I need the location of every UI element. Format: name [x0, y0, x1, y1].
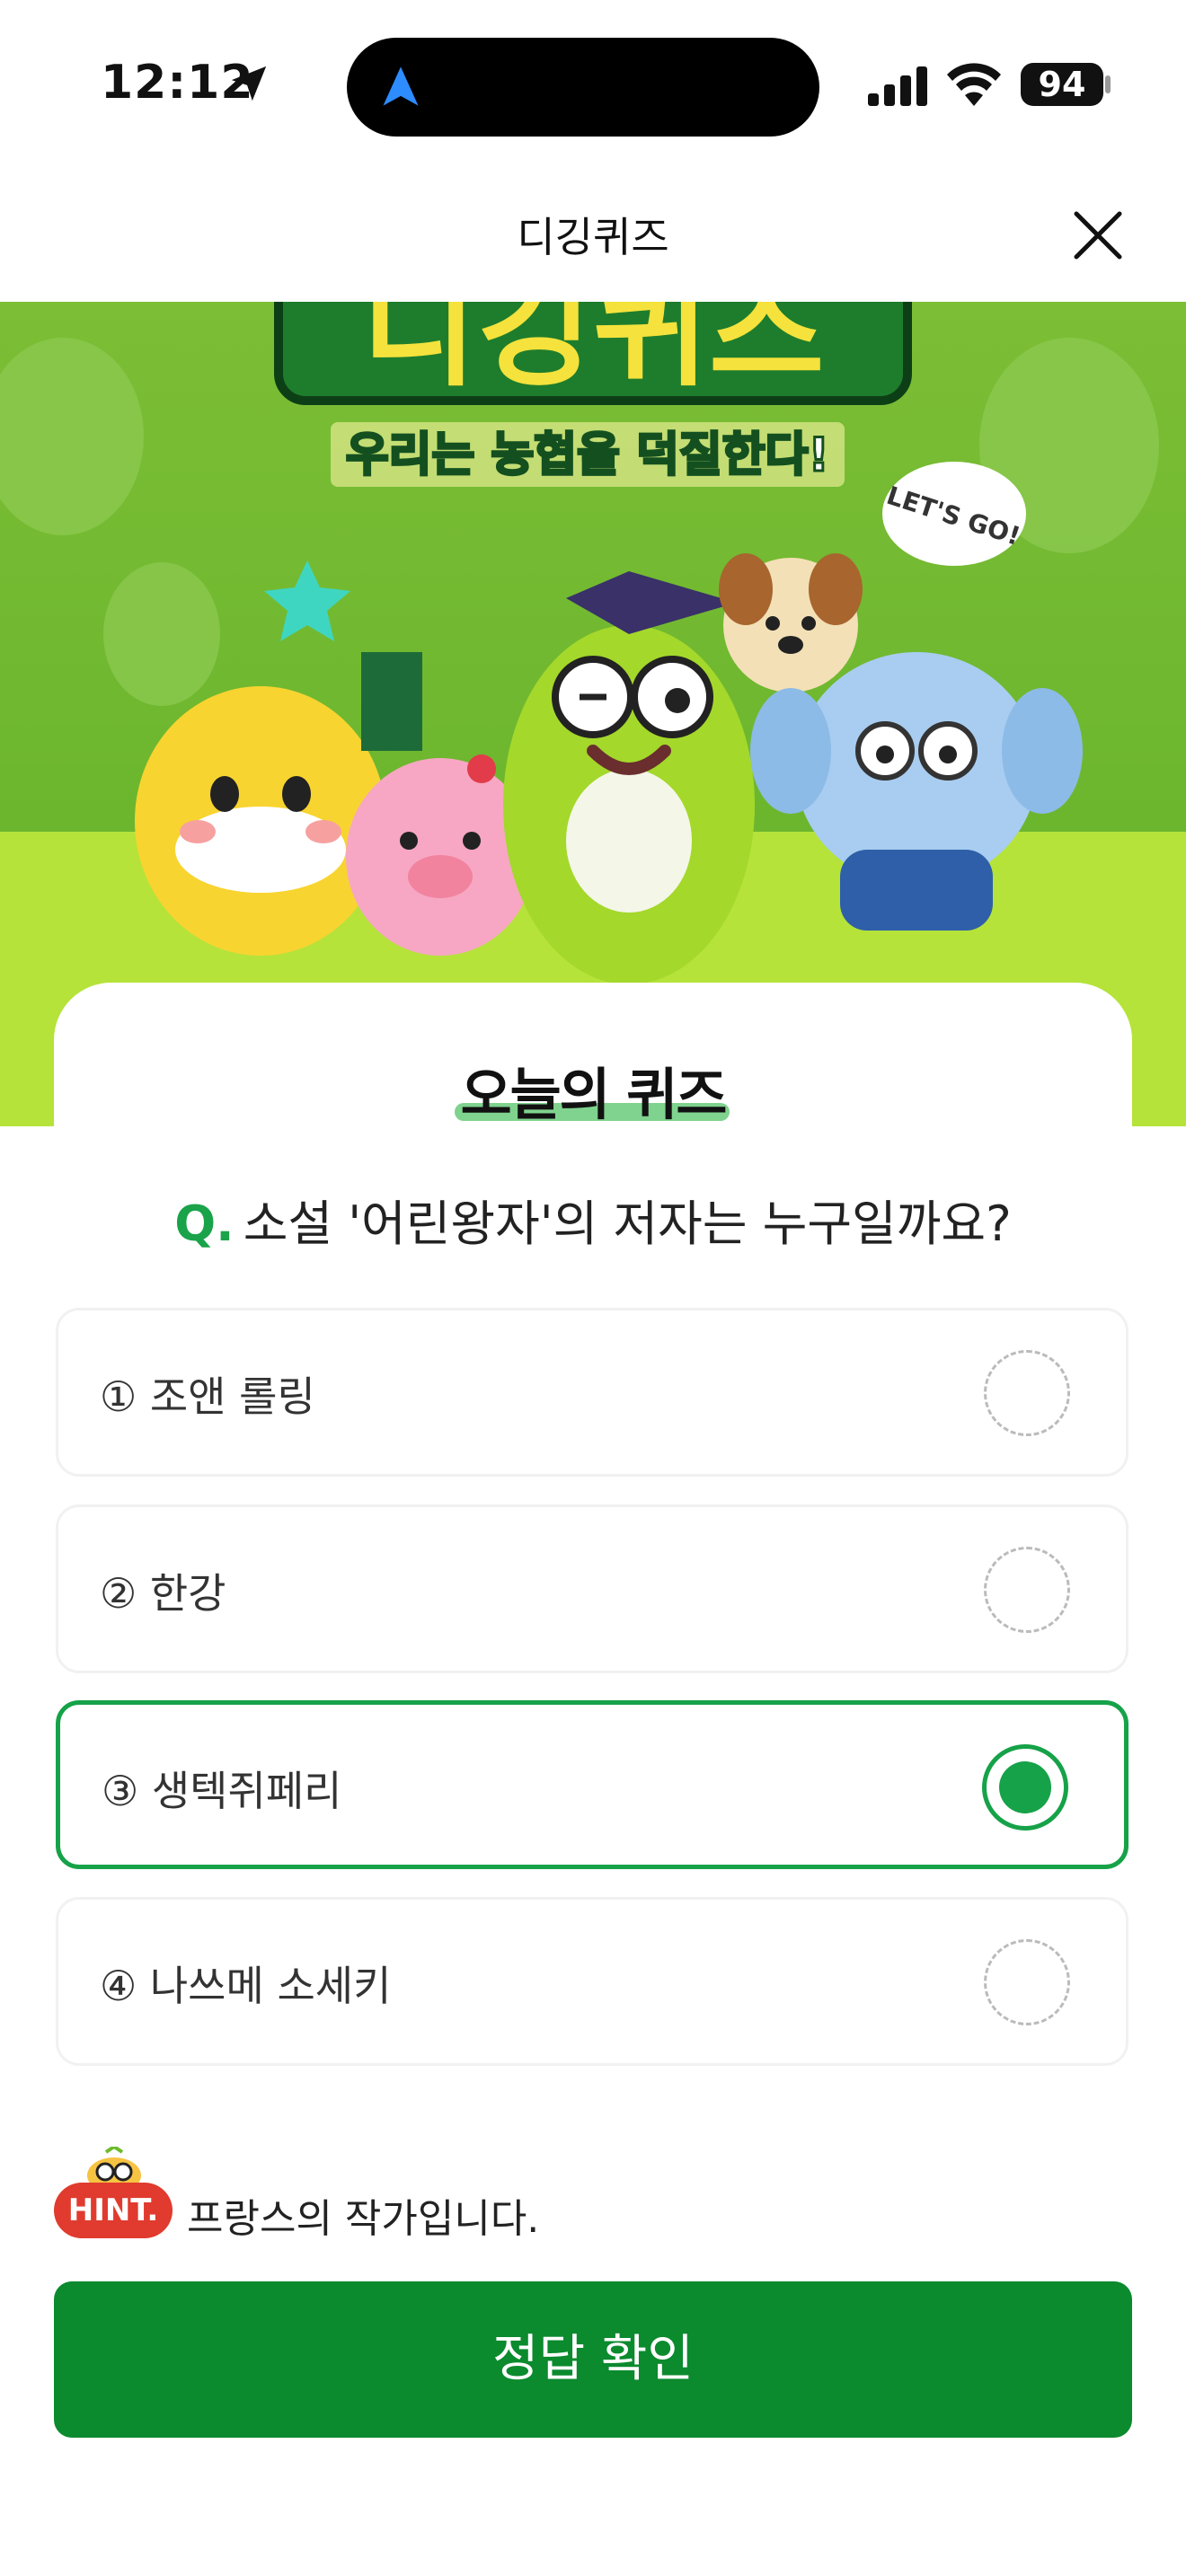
answer-option-label: ② 한강: [100, 1569, 226, 1618]
radio-button-selected[interactable]: [982, 1744, 1068, 1831]
radio-button[interactable]: [984, 1350, 1070, 1436]
navigation-arrow-icon: [383, 66, 419, 106]
answer-option-1[interactable]: ① 조앤 롤링: [56, 1308, 1128, 1477]
answer-option-4[interactable]: ④ 나쓰메 소세키: [56, 1897, 1128, 2066]
page-title: 디깅퀴즈: [517, 213, 669, 261]
radio-button[interactable]: [984, 1939, 1070, 2025]
close-icon[interactable]: [1069, 207, 1127, 264]
answer-option-3[interactable]: ③ 생텍쥐페리: [56, 1700, 1128, 1869]
cellular-signal-icon: [868, 66, 927, 106]
location-arrow-icon: [231, 66, 267, 101]
question-body: 소설 '어린왕자'의 저자는 누구일까요?: [243, 1195, 1012, 1252]
hint-text: 프랑스의 작가입니다.: [187, 2196, 540, 2242]
status-bar: 12:12 94: [0, 0, 1186, 171]
check-answer-button[interactable]: 정답 확인: [54, 2281, 1132, 2438]
answer-option-label: ④ 나쓰메 소세키: [100, 1962, 392, 2010]
quiz-section-title: 오늘의 퀴즈: [460, 1062, 728, 1127]
answer-option-label: ③ 생텍쥐페리: [102, 1767, 342, 1815]
question-prefix: Q.: [174, 1195, 235, 1252]
radio-button[interactable]: [984, 1547, 1070, 1633]
banner-headline: 디깅퀴즈: [361, 302, 824, 404]
battery-indicator: 94: [1021, 63, 1103, 106]
hint-row: HINT. 프랑스의 작가입니다.: [54, 2147, 1132, 2245]
wifi-icon: [947, 63, 1001, 106]
top-header: 디깅퀴즈: [0, 171, 1186, 303]
question-text: Q. 소설 '어린왕자'의 저자는 누구일까요?: [0, 1184, 1186, 1255]
answer-option-label: ① 조앤 롤링: [100, 1372, 315, 1421]
hint-badge: HINT.: [54, 2183, 173, 2238]
battery-cap: [1105, 75, 1111, 93]
answer-option-2[interactable]: ② 한강: [56, 1504, 1128, 1673]
banner-slogan: 우리는 농협을 덕질한다!: [346, 428, 829, 482]
